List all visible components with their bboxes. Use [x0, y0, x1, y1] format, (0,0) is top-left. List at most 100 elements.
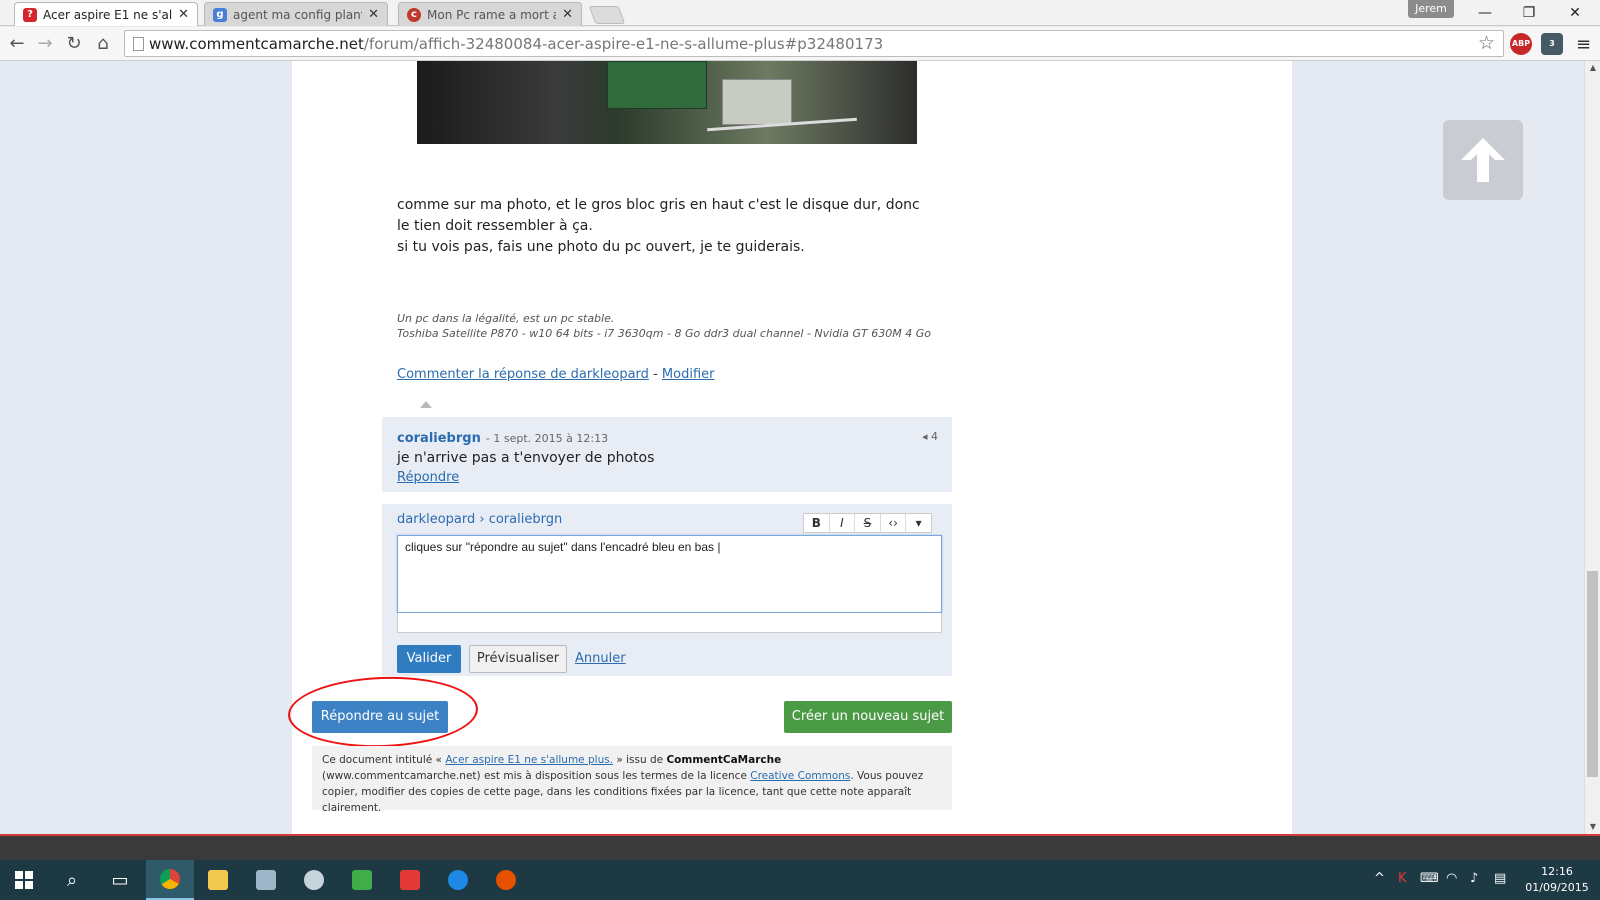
- close-tab-icon[interactable]: ✕: [368, 7, 379, 22]
- url-path: /forum/affich-32480084-acer-aspire-e1-ne…: [363, 35, 884, 53]
- more-tools-dropdown[interactable]: ▾: [906, 514, 931, 532]
- textarea-resize-bar[interactable]: [397, 613, 942, 633]
- vote-count[interactable]: ◂ 4: [922, 430, 938, 443]
- tab-label: Mon Pc rame a mort apre: [427, 7, 556, 22]
- post-actions: Commenter la réponse de darkleopard - Mo…: [397, 367, 714, 382]
- reply-form: darkleopard › coraliebrgn B I S ‹› ▾ cli…: [382, 504, 952, 676]
- vertical-scrollbar[interactable]: ▲ ▼: [1584, 61, 1600, 834]
- close-tab-icon[interactable]: ✕: [178, 7, 189, 22]
- app-window-icon[interactable]: [242, 860, 290, 900]
- vote-arrow-icon: ◂: [921, 430, 931, 443]
- url-host: www.commentcamarche.net: [149, 35, 364, 53]
- url-text: www.commentcamarche.net/forum/affich-324…: [149, 35, 883, 53]
- code-button[interactable]: ‹›: [881, 514, 907, 532]
- minimize-icon[interactable]: —: [1470, 2, 1500, 24]
- chrome-menu-icon[interactable]: ≡: [1576, 34, 1591, 55]
- new-topic-button[interactable]: Créer un nouveau sujet: [784, 701, 952, 733]
- page-icon: [133, 37, 144, 51]
- adblock-icon[interactable]: ABP: [1510, 33, 1532, 55]
- license-prefix: Ce document intitulé «: [322, 754, 446, 766]
- up-arrow-icon: [1461, 138, 1505, 182]
- kaspersky-icon[interactable]: [386, 860, 434, 900]
- extension-badge: 3: [1549, 39, 1555, 48]
- taskbar-clock[interactable]: 12:16 01/09/2015: [1522, 864, 1592, 896]
- photo-wifi-card: [722, 79, 792, 125]
- ccm-favicon-icon: ?: [23, 7, 37, 22]
- notification-icon[interactable]: ▤: [1494, 871, 1506, 886]
- vote-value: 4: [931, 430, 938, 443]
- scroll-up-icon[interactable]: ▲: [1585, 61, 1600, 75]
- start-windows-icon[interactable]: [0, 860, 48, 900]
- tray-kaspersky-icon[interactable]: K: [1398, 871, 1407, 886]
- cancel-link[interactable]: Annuler: [575, 651, 626, 666]
- adblock-label: ABP: [1511, 39, 1531, 48]
- clock-time: 12:16: [1541, 865, 1573, 878]
- comment-reply-link[interactable]: Commenter la réponse de darkleopard: [397, 367, 649, 382]
- scroll-down-icon[interactable]: ▼: [1585, 820, 1600, 834]
- restore-icon[interactable]: ❐: [1514, 2, 1544, 24]
- app-green-icon[interactable]: [338, 860, 386, 900]
- submit-button[interactable]: Valider: [397, 645, 461, 673]
- tab-acer-aspire[interactable]: ? Acer aspire E1 ne s'allume ✕: [14, 2, 198, 26]
- extension-eye-icon[interactable]: 3: [1541, 33, 1563, 55]
- tray-language-icon[interactable]: ⌨: [1420, 871, 1439, 886]
- reload-icon[interactable]: ↻: [62, 32, 86, 56]
- site-footer: [0, 834, 1600, 860]
- reply-textarea[interactable]: cliques sur "répondre au sujet" dans l'e…: [397, 535, 942, 613]
- home-icon[interactable]: ⌂: [91, 32, 115, 56]
- post-line: le tien doit ressembler à ça.: [397, 218, 593, 234]
- site-name: CommentCaMarche: [666, 754, 782, 766]
- malwarebytes-icon[interactable]: [434, 860, 482, 900]
- license-mid2: (www.commentcamarche.net) est mis à disp…: [322, 770, 751, 782]
- license-notice: Ce document intitulé « Acer aspire E1 ne…: [312, 746, 952, 814]
- google-favicon-icon: g: [213, 7, 227, 22]
- action-separator: -: [653, 367, 658, 382]
- doc-title-link[interactable]: Acer aspire E1 ne s'allume plus.: [445, 754, 613, 766]
- scrollbar-thumb[interactable]: [1587, 571, 1598, 777]
- new-tab-button[interactable]: [588, 6, 626, 24]
- comment-date: - 1 sept. 2015 à 12:13: [485, 432, 609, 445]
- volume-icon[interactable]: ♪: [1470, 871, 1478, 886]
- license-mid1: » issu de: [613, 754, 667, 766]
- ccleaner-icon[interactable]: [482, 860, 530, 900]
- creative-commons-link[interactable]: Creative Commons: [750, 770, 850, 782]
- signature-line: Un pc dans la légalité, est un pc stable…: [397, 312, 615, 325]
- comment-pointer: [420, 401, 432, 408]
- back-arrow-icon[interactable]: ←: [5, 32, 29, 56]
- profile-badge[interactable]: Jerem: [1408, 0, 1454, 18]
- bold-button[interactable]: B: [804, 514, 830, 532]
- preview-button[interactable]: Prévisualiser: [469, 645, 567, 673]
- app-tool-icon[interactable]: [290, 860, 338, 900]
- forum-content: comme sur ma photo, et le gros bloc gris…: [286, 61, 1292, 834]
- file-explorer-icon[interactable]: [194, 860, 242, 900]
- scroll-to-top-button[interactable]: [1443, 120, 1523, 200]
- close-window-icon[interactable]: ✕: [1560, 2, 1590, 24]
- comment-card: coraliebrgn - 1 sept. 2015 à 12:13 ◂ 4 j…: [382, 417, 952, 492]
- tab-agent-config[interactable]: g agent ma config planter n ✕: [204, 2, 388, 26]
- tray-chevron-icon[interactable]: ^: [1374, 871, 1385, 886]
- tab-mon-pc-rame[interactable]: c Mon Pc rame a mort apre ✕: [398, 2, 582, 26]
- italic-button[interactable]: I: [830, 514, 856, 532]
- chrome-taskbar-icon[interactable]: [146, 860, 194, 900]
- reply-link[interactable]: Répondre: [397, 470, 459, 485]
- wifi-icon[interactable]: ◠: [1446, 871, 1457, 886]
- comment-author[interactable]: coraliebrgn: [397, 431, 481, 446]
- search-icon[interactable]: ⌕: [48, 860, 96, 900]
- post-line: comme sur ma photo, et le gros bloc gris…: [397, 197, 920, 213]
- clock-date: 01/09/2015: [1525, 881, 1589, 894]
- bookmark-star-icon[interactable]: ☆: [1478, 32, 1495, 54]
- editor-toolbar: B I S ‹› ▾: [803, 513, 932, 533]
- forward-arrow-icon[interactable]: →: [33, 32, 57, 56]
- tab-strip: ? Acer aspire E1 ne s'allume ✕ g agent m…: [0, 0, 1600, 26]
- close-tab-icon[interactable]: ✕: [562, 7, 573, 22]
- task-view-icon[interactable]: ▭: [96, 860, 144, 900]
- tab-label: Acer aspire E1 ne s'allume: [43, 7, 173, 22]
- strike-button[interactable]: S: [855, 514, 881, 532]
- post-body: comme sur ma photo, et le gros bloc gris…: [397, 195, 937, 258]
- post-signature: Un pc dans la légalité, est un pc stable…: [397, 311, 937, 341]
- signature-line: Toshiba Satellite P870 - w10 64 bits - i…: [397, 327, 931, 340]
- modify-link[interactable]: Modifier: [662, 367, 715, 382]
- address-bar[interactable]: www.commentcamarche.net/forum/affich-324…: [124, 30, 1504, 57]
- reply-topic-button[interactable]: Répondre au sujet: [312, 701, 448, 733]
- reply-breadcrumb: darkleopard › coraliebrgn: [397, 512, 563, 527]
